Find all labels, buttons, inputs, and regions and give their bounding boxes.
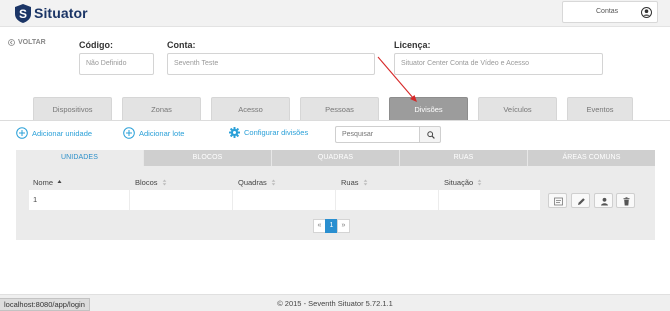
plus-circle-icon — [16, 127, 28, 139]
footer: © 2015 - Seventh Situator 5.72.1.1 — [0, 294, 670, 311]
account-button[interactable]: Contas — [562, 1, 658, 23]
cell-blocos — [130, 190, 233, 210]
configure-divisions-button[interactable]: Configurar divisões — [229, 127, 308, 138]
subtab-quadras[interactable]: QUADRAS — [272, 150, 400, 166]
table-header: Nome Blocos Quadras Ruas Situação — [29, 178, 540, 190]
cell-quadras — [233, 190, 336, 210]
logo[interactable]: S Situator — [15, 3, 88, 23]
cell-situacao — [439, 190, 540, 210]
column-quadras[interactable]: Quadras — [238, 178, 276, 187]
back-circle-icon — [8, 39, 15, 46]
conta-label: Conta: — [167, 40, 196, 50]
subtab-unidades[interactable]: UNIDADES — [16, 150, 144, 166]
sort-asc-icon — [57, 180, 62, 183]
main-tabs: Dispositivos Zonas Acesso Pessoas Divisõ… — [33, 97, 633, 121]
user-circle-icon — [641, 7, 652, 18]
tab-veiculos[interactable]: Veículos — [478, 97, 557, 120]
sort-icon — [477, 179, 482, 186]
gear-icon — [229, 127, 240, 138]
tab-divisoes[interactable]: Divisões — [389, 97, 468, 120]
column-situacao[interactable]: Situação — [444, 178, 482, 187]
sort-icon — [363, 179, 367, 186]
division-subtabs: UNIDADES BLOCOS QUADRAS RUAS ÁREAS COMUN… — [16, 150, 655, 166]
licenca-label: Licença: — [394, 40, 431, 50]
sort-icon — [271, 179, 276, 186]
configure-divisions-label: Configurar divisões — [244, 128, 309, 137]
column-ruas[interactable]: Ruas — [341, 178, 368, 187]
status-url: localhost:8080/app/login — [0, 298, 90, 311]
add-batch-label: Adicionar lote — [139, 128, 185, 138]
next-page-button[interactable]: » — [337, 219, 350, 233]
back-button[interactable]: VOLTAR — [8, 39, 46, 46]
delete-button[interactable] — [616, 193, 635, 208]
pencil-icon — [578, 198, 585, 205]
shield-logo-icon: S — [15, 3, 31, 23]
tabs-divider — [0, 120, 670, 121]
column-nome-label: Nome — [33, 178, 54, 187]
add-unit-label: Adicionar unidade — [32, 128, 93, 138]
column-blocos-label: Blocos — [135, 178, 158, 187]
column-ruas-label: Ruas — [341, 178, 359, 187]
tab-dispositivos[interactable]: Dispositivos — [33, 97, 112, 120]
cell-nome: 1 — [29, 190, 130, 210]
account-label: Contas — [596, 8, 619, 15]
column-situacao-label: Situação — [444, 178, 474, 187]
sort-icon — [162, 179, 166, 186]
user-button[interactable] — [594, 193, 613, 208]
codigo-label: Código: — [79, 40, 113, 50]
details-button[interactable] — [548, 193, 567, 208]
pagination: « 1 » — [313, 219, 350, 233]
tab-acesso[interactable]: Acesso — [211, 97, 290, 120]
page: S Situator Contas VOLTAR Código: Não Def… — [0, 0, 670, 311]
add-unit-button[interactable]: Adicionar unidade — [16, 127, 92, 139]
search-input[interactable] — [335, 126, 419, 143]
column-nome[interactable]: Nome — [33, 178, 62, 187]
table-row[interactable]: 1 — [29, 190, 540, 210]
codigo-field[interactable]: Não Definido — [79, 53, 154, 75]
user-icon — [601, 197, 608, 206]
top-header: S Situator Contas — [0, 0, 670, 27]
footer-copyright: © 2015 - Seventh Situator 5.72.1.1 — [277, 299, 393, 308]
tab-zonas[interactable]: Zonas — [122, 97, 201, 120]
search-button[interactable] — [419, 126, 441, 143]
logo-text: Situator — [34, 5, 88, 21]
list-details-icon — [554, 197, 563, 206]
column-quadras-label: Quadras — [238, 178, 267, 187]
tab-eventos[interactable]: Eventos — [567, 97, 633, 120]
subtab-areas-comuns[interactable]: ÁREAS COMUNS — [528, 150, 655, 166]
plus-circle-icon — [123, 127, 135, 139]
search-icon — [427, 131, 435, 139]
edit-button[interactable] — [571, 193, 590, 208]
cell-ruas — [336, 190, 439, 210]
logo-letter: S — [19, 7, 27, 21]
subtab-ruas[interactable]: RUAS — [400, 150, 528, 166]
conta-field[interactable]: Seventh Teste — [167, 53, 375, 75]
tab-pessoas[interactable]: Pessoas — [300, 97, 379, 120]
add-batch-button[interactable]: Adicionar lote — [123, 127, 184, 139]
licenca-field[interactable]: Situator Center Conta de Vídeo e Acesso — [394, 53, 603, 75]
column-blocos[interactable]: Blocos — [135, 178, 167, 187]
subtab-blocos[interactable]: BLOCOS — [144, 150, 272, 166]
trash-icon — [623, 197, 630, 206]
back-label: VOLTAR — [18, 39, 46, 46]
